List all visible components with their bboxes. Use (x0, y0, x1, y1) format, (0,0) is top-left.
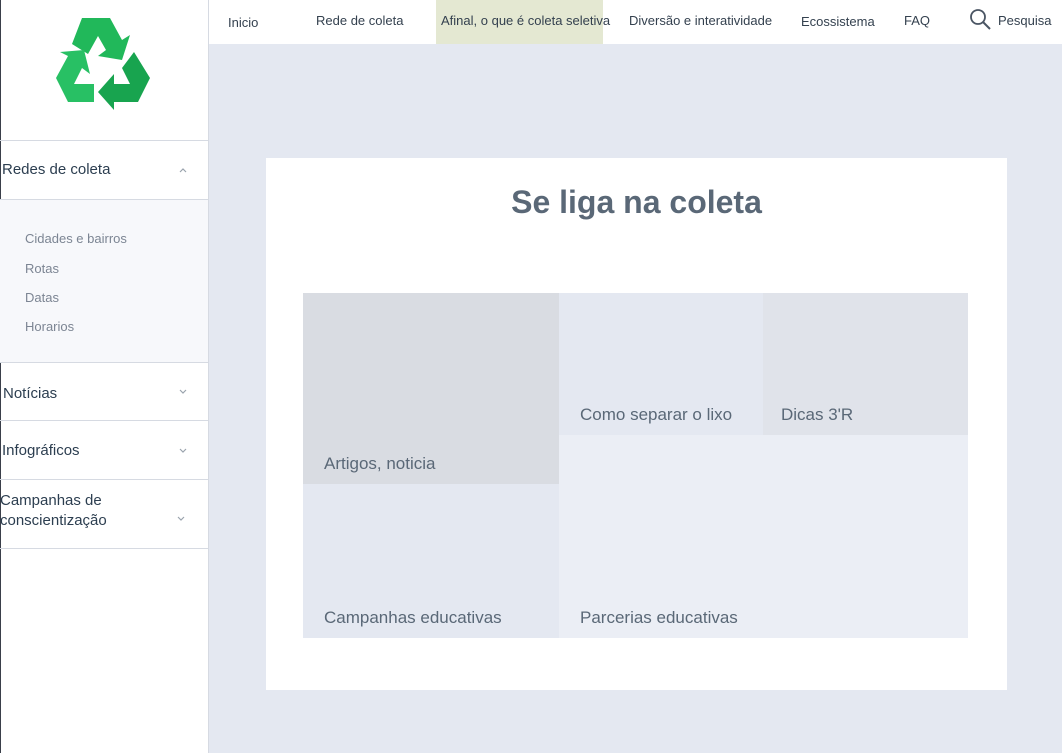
tile-campanhas[interactable]: Campanhas educativas (303, 484, 559, 638)
nav-faq[interactable]: FAQ (904, 0, 930, 44)
top-nav: Inicio Rede de coleta Afinal, o que é co… (209, 0, 1062, 44)
tile-como-separar[interactable]: Como separar o lixo (559, 293, 763, 435)
menu-campanhas[interactable]: Campanhas de conscientização (0, 480, 208, 548)
nav-rede-de-coleta[interactable]: Rede de coleta (316, 0, 403, 44)
chevron-down-icon[interactable] (178, 445, 188, 455)
chevron-down-icon[interactable] (178, 386, 188, 396)
menu-redes-de-coleta[interactable]: Redes de coleta (0, 140, 208, 200)
recycle-icon[interactable] (42, 12, 154, 122)
nav-coleta-seletiva[interactable]: Afinal, o que é coleta seletiva (436, 0, 610, 44)
tile-label: Artigos, noticia (324, 454, 436, 473)
sidebar: Redes de coleta Cidades e bairros Rotas … (0, 0, 209, 753)
tile-label: Dicas 3'R (781, 405, 854, 424)
logo-area (0, 0, 208, 141)
tile-artigos[interactable]: Artigos, noticia (303, 293, 559, 484)
tile-label: Parcerias educativas (580, 608, 738, 627)
nav-inicio[interactable]: Inicio (228, 2, 258, 46)
submenu-item-horarios[interactable]: Horarios (25, 319, 74, 334)
chevron-down-icon[interactable] (176, 513, 186, 523)
page-title: Se liga na coleta (511, 184, 762, 220)
tile-label: Como separar o lixo (580, 405, 733, 424)
menu-infograficos[interactable]: Infográficos (0, 421, 208, 479)
submenu-item-datas[interactable]: Datas (25, 290, 59, 305)
menu-label: Infográficos (2, 442, 80, 459)
menu-label: Redes de coleta (2, 161, 111, 178)
search-icon[interactable] (969, 8, 991, 30)
tile-dicas-3r[interactable]: Dicas 3'R (763, 293, 968, 435)
tile-label: Campanhas educativas (324, 608, 502, 627)
search-link[interactable]: Pesquisa (998, 0, 1051, 44)
menu-label: Campanhas de conscientização (0, 492, 107, 529)
menu-label: Notícias (3, 385, 58, 402)
nav-ecossistema[interactable]: Ecossistema (801, 1, 875, 45)
submenu-item-rotas[interactable]: Rotas (25, 261, 59, 276)
submenu-item-cidades[interactable]: Cidades e bairros (25, 231, 127, 246)
nav-diversao[interactable]: Diversão e interatividade (629, 0, 772, 44)
menu-noticias[interactable]: Notícias (0, 363, 208, 420)
chevron-up-icon[interactable] (178, 165, 188, 175)
submenu-redes-de-coleta: Cidades e bairros Rotas Datas Horarios (0, 200, 208, 362)
tile-parcerias[interactable]: Parcerias educativas (559, 435, 968, 638)
